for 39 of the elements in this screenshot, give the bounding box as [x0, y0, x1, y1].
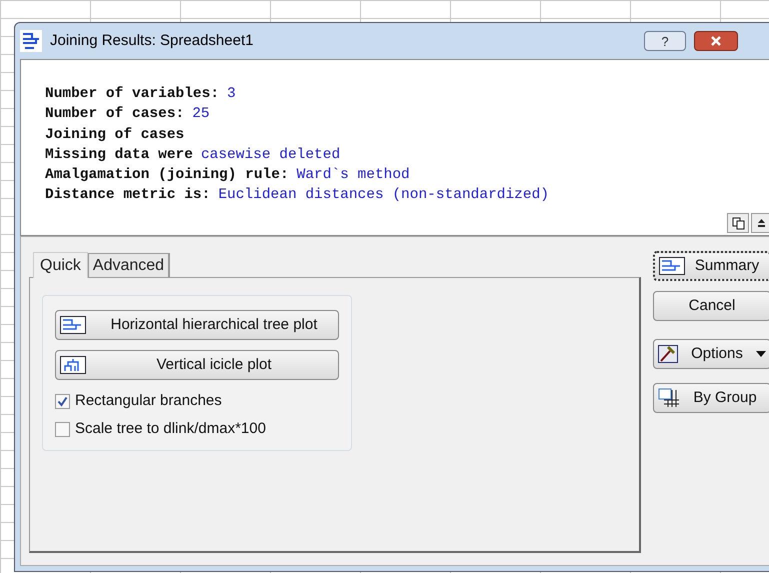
- output-value: casewise deleted: [200, 146, 340, 165]
- output-value: 25: [192, 105, 210, 124]
- checkbox-label: Rectangular branches: [75, 390, 222, 411]
- copy-icon: [732, 216, 744, 230]
- output-value: Euclidean distances (non-standardized): [218, 186, 549, 206]
- arrow-up-icon: [756, 218, 766, 228]
- tab[interactable]: Advanced: [88, 253, 170, 277]
- hammer-icon: [658, 345, 678, 363]
- output-label: Amalgamation (joining) rule:: [45, 166, 289, 186]
- close-icon: [711, 36, 721, 46]
- tab[interactable]: Quick: [33, 252, 88, 278]
- grid-icon: [658, 388, 680, 408]
- collapse-button[interactable]: [751, 213, 769, 233]
- checkbox[interactable]: [55, 422, 70, 436]
- close-button[interactable]: [694, 31, 738, 51]
- output-value: 3: [227, 85, 236, 104]
- checkbox[interactable]: [55, 394, 70, 408]
- icicle-plot-icon: [60, 356, 86, 374]
- output-value: Ward`s method: [296, 166, 410, 186]
- output-label: Number of cases:: [45, 105, 184, 124]
- output-label: Joining of cases: [45, 126, 184, 145]
- plot-button[interactable]: Horizontal hierarchical tree plot: [55, 310, 339, 340]
- tree-plot-icon: [659, 257, 685, 275]
- window-icon: [20, 30, 42, 52]
- side-button[interactable]: Options: [653, 339, 769, 369]
- output-label: Missing data were: [45, 146, 193, 165]
- help-button[interactable]: ?: [644, 31, 686, 51]
- side-button[interactable]: Summary: [653, 251, 769, 281]
- output-label: Distance metric is:: [45, 186, 210, 206]
- output-label: Number of variables:: [45, 85, 220, 104]
- side-button[interactable]: Cancel: [653, 291, 769, 321]
- window-title: Joining Results: Spreadsheet1: [50, 30, 254, 51]
- checkbox-label: Scale tree to dlink/dmax*100: [75, 418, 266, 439]
- copy-button[interactable]: [727, 213, 749, 233]
- side-button[interactable]: By Group: [653, 383, 769, 413]
- plot-button[interactable]: Vertical icicle plot: [55, 350, 339, 380]
- caret-icon: [756, 351, 766, 357]
- tree-plot-icon: [60, 316, 86, 334]
- check-icon: [57, 396, 68, 406]
